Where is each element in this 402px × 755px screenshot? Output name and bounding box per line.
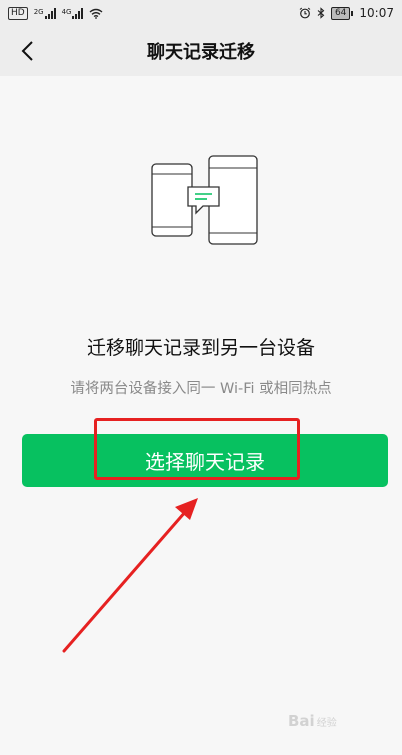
network-type-2: 4G bbox=[61, 7, 72, 16]
bluetooth-icon bbox=[317, 7, 325, 19]
nav-bar: 聊天记录迁移 bbox=[0, 26, 402, 76]
network-type-1: 2G bbox=[33, 7, 44, 16]
watermark-brand: Bai bbox=[288, 712, 315, 730]
chevron-left-icon bbox=[21, 41, 33, 61]
battery-level: 64 bbox=[330, 6, 351, 20]
alarm-icon bbox=[299, 7, 311, 19]
hd-badge: HD bbox=[8, 6, 28, 20]
status-bar: HD 2G 4G 64 10:07 bbox=[0, 0, 402, 26]
battery-icon: 64 bbox=[330, 6, 354, 20]
signal-icon-2: 4G bbox=[61, 7, 84, 19]
signal-icon-1: 2G bbox=[33, 7, 56, 19]
back-button[interactable] bbox=[12, 36, 42, 66]
headline: 迁移聊天记录到另一台设备 bbox=[86, 337, 315, 359]
main-content: 迁移聊天记录到另一台设备 请将两台设备接入同一 Wi-Fi 或相同热点 选择聊天… bbox=[0, 76, 402, 755]
watermark-suffix: 经验 bbox=[316, 718, 337, 729]
watermark: Bai 经验 bbox=[288, 712, 337, 730]
wifi-icon bbox=[90, 8, 103, 19]
page-title: 聊天记录迁移 bbox=[147, 42, 255, 63]
status-right: 64 10:07 bbox=[299, 6, 394, 20]
annotation-highlight-box bbox=[94, 418, 300, 480]
phones-transfer-icon bbox=[151, 155, 258, 245]
clock: 10:07 bbox=[359, 6, 394, 20]
subtitle: 请将两台设备接入同一 Wi-Fi 或相同热点 bbox=[70, 381, 332, 397]
status-left: HD 2G 4G bbox=[8, 6, 103, 20]
